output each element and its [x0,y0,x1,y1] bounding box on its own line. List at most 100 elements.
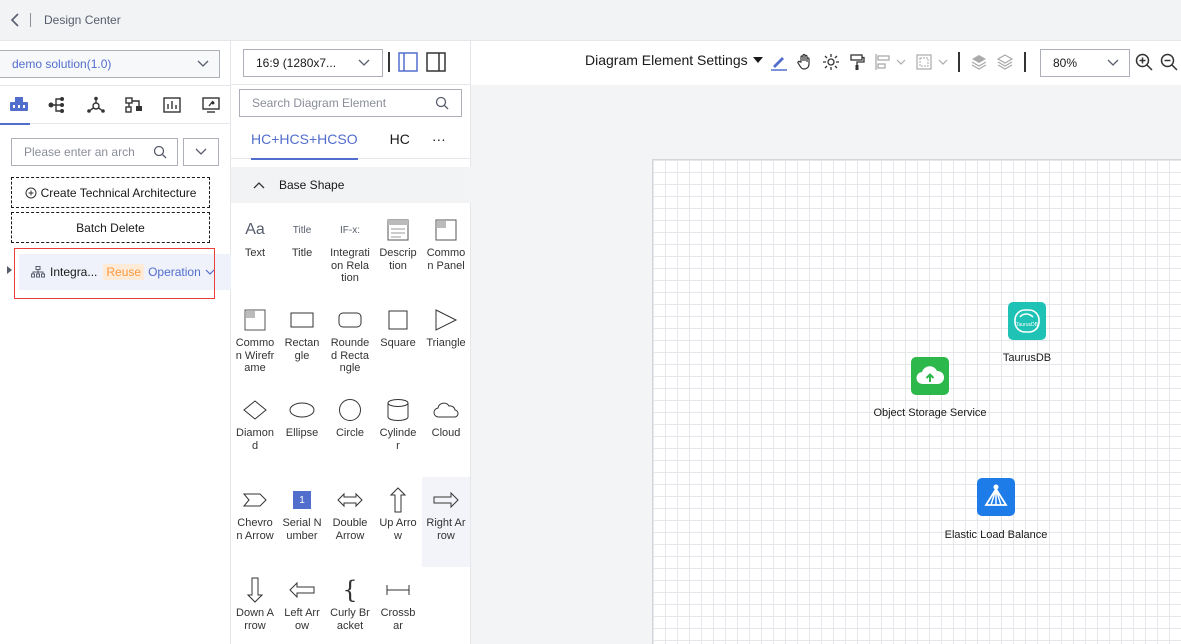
batch-delete-button[interactable]: Batch Delete [11,212,210,243]
palette-tabs: HC+HCS+HCSO HC ··· [231,123,471,160]
triangle-icon [434,303,458,337]
shape-label: Diamond [236,427,274,452]
shape-rounded-rectangle[interactable]: Rounded Rectangle [326,297,374,387]
cylinder-icon [386,393,410,427]
tab-flow[interactable] [38,86,76,124]
solution-select-value: demo solution(1.0) [12,57,112,71]
shape-integration-relation[interactable]: IF-x: Integration Relation [326,207,374,297]
tab-metrics[interactable] [153,86,191,124]
shape-label: Right Arrow [426,517,466,542]
align-icon[interactable] [874,53,892,71]
tab-architecture[interactable] [0,86,38,125]
left-panel: demo solution(1.0) C [0,41,231,644]
node-label: TaurusDB [1002,352,1052,364]
search-icon[interactable] [153,145,167,159]
shape-label: Description [379,247,417,272]
zoom-select[interactable]: 80% [1040,49,1130,77]
shape-label: Chevron Arrow [236,517,274,542]
chevron-down-icon[interactable] [896,59,906,65]
shape-label: Curly Bracket [330,607,370,632]
breadcrumb-title: Design Center [44,13,121,27]
layout-left-panel-icon[interactable] [398,52,418,72]
ellipse-icon [289,393,315,427]
expand-caret-icon[interactable] [7,266,12,274]
diagram-element-settings-menu[interactable]: Diagram Element Settings [585,52,763,68]
chevron-up-icon [253,182,265,189]
shape-rectangle[interactable]: Rectangle [278,297,326,387]
shape-right-arrow[interactable]: Right Arrow [422,477,470,567]
shape-down-arrow[interactable]: Down Arrow [231,567,279,644]
shape-title[interactable]: Title Title [278,207,326,297]
node-object-storage[interactable] [911,357,949,395]
zoom-out-icon[interactable] [1160,53,1178,71]
top-bar: Design Center [0,0,1181,41]
back-arrow-icon[interactable] [0,2,30,38]
aspect-ratio-value: 16:9 (1280x7... [256,56,337,70]
shape-up-arrow[interactable]: Up Arrow [374,477,422,567]
shape-label: Left Arrow [284,607,320,632]
layer-up-icon[interactable] [970,53,988,71]
layer-down-icon[interactable] [996,53,1014,71]
plus-circle-icon [25,187,37,198]
diagram-element-search-input[interactable] [252,96,422,110]
shape-serial-number[interactable]: 1 Serial Number [278,477,326,567]
shape-label: Common Wireframe [235,337,275,374]
create-architecture-button[interactable]: Create Technical Architecture [11,177,210,208]
diamond-icon [243,393,267,427]
shape-ellipse[interactable]: Ellipse [278,387,326,477]
shape-triangle[interactable]: Triangle [422,297,470,387]
shape-left-arrow[interactable]: Left Arrow [278,567,326,644]
filter-dropdown-button[interactable] [183,138,219,166]
zoom-in-icon[interactable] [1135,53,1153,71]
pen-icon[interactable] [770,53,788,71]
shape-circle[interactable]: Circle [326,387,374,477]
shape-cylinder[interactable]: Cylinder [374,387,422,477]
tab-hc[interactable]: HC [390,123,410,159]
shape-chevron-arrow[interactable]: Chevron Arrow [231,477,279,567]
description-icon [387,213,409,247]
title-icon: Title [292,224,312,236]
chevron-arrow-icon [243,483,267,517]
canvas-area[interactable]: TaurusDB TaurusDB Object Storage Service… [471,85,1181,644]
hand-icon[interactable] [796,53,814,71]
solution-select[interactable]: demo solution(1.0) [0,50,220,78]
double-arrow-icon [337,483,363,517]
shape-common-wireframe[interactable]: Common Wireframe [231,297,279,387]
shape-curly-bracket[interactable]: { Curly Bracket [326,567,374,644]
fit-frame-icon[interactable] [916,54,932,70]
shape-text[interactable]: Aa Text [231,207,279,297]
node-elastic-load-balance[interactable] [977,478,1015,516]
tab-more[interactable]: ··· [432,123,446,159]
tab-monitor[interactable] [192,86,230,124]
search-icon[interactable] [435,96,449,110]
tab-deployment[interactable] [115,86,153,124]
base-shape-section-header[interactable]: Base Shape [231,167,471,203]
aspect-ratio-select[interactable]: 16:9 (1280x7... [243,49,383,77]
shape-square[interactable]: Square [374,297,422,387]
diagram-canvas[interactable]: TaurusDB TaurusDB Object Storage Service… [652,159,1181,644]
architecture-search-input[interactable] [24,145,139,159]
toolbar-tools [770,52,1026,72]
create-architecture-label: Create Technical Architecture [40,185,197,200]
shape-label: Common Panel [426,247,466,272]
tab-hc-hcs-hcso[interactable]: HC+HCS+HCSO [251,123,358,160]
layout-right-panel-icon[interactable] [426,52,446,72]
monitor-icon [202,96,220,113]
curly-bracket-icon: { [342,576,358,604]
shape-label: Double Arrow [332,517,368,542]
shape-diamond[interactable]: Diamond [231,387,279,477]
auto-layout-icon[interactable] [822,53,840,71]
shape-double-arrow[interactable]: Double Arrow [326,477,374,567]
chevron-down-icon[interactable] [938,59,948,65]
shape-label: Cloud [431,427,461,439]
shape-description[interactable]: Description [374,207,422,297]
zoom-value: 80% [1053,56,1078,70]
object-storage-icon [911,357,949,395]
format-painter-icon[interactable] [848,53,866,71]
tab-network[interactable] [77,86,115,124]
shape-crossbar[interactable]: Crossbar [374,567,422,644]
architecture-search-row [11,138,219,166]
shape-cloud[interactable]: Cloud [422,387,470,477]
node-taurusdb[interactable]: TaurusDB [1008,302,1046,340]
shape-common-panel[interactable]: Common Panel [422,207,470,297]
